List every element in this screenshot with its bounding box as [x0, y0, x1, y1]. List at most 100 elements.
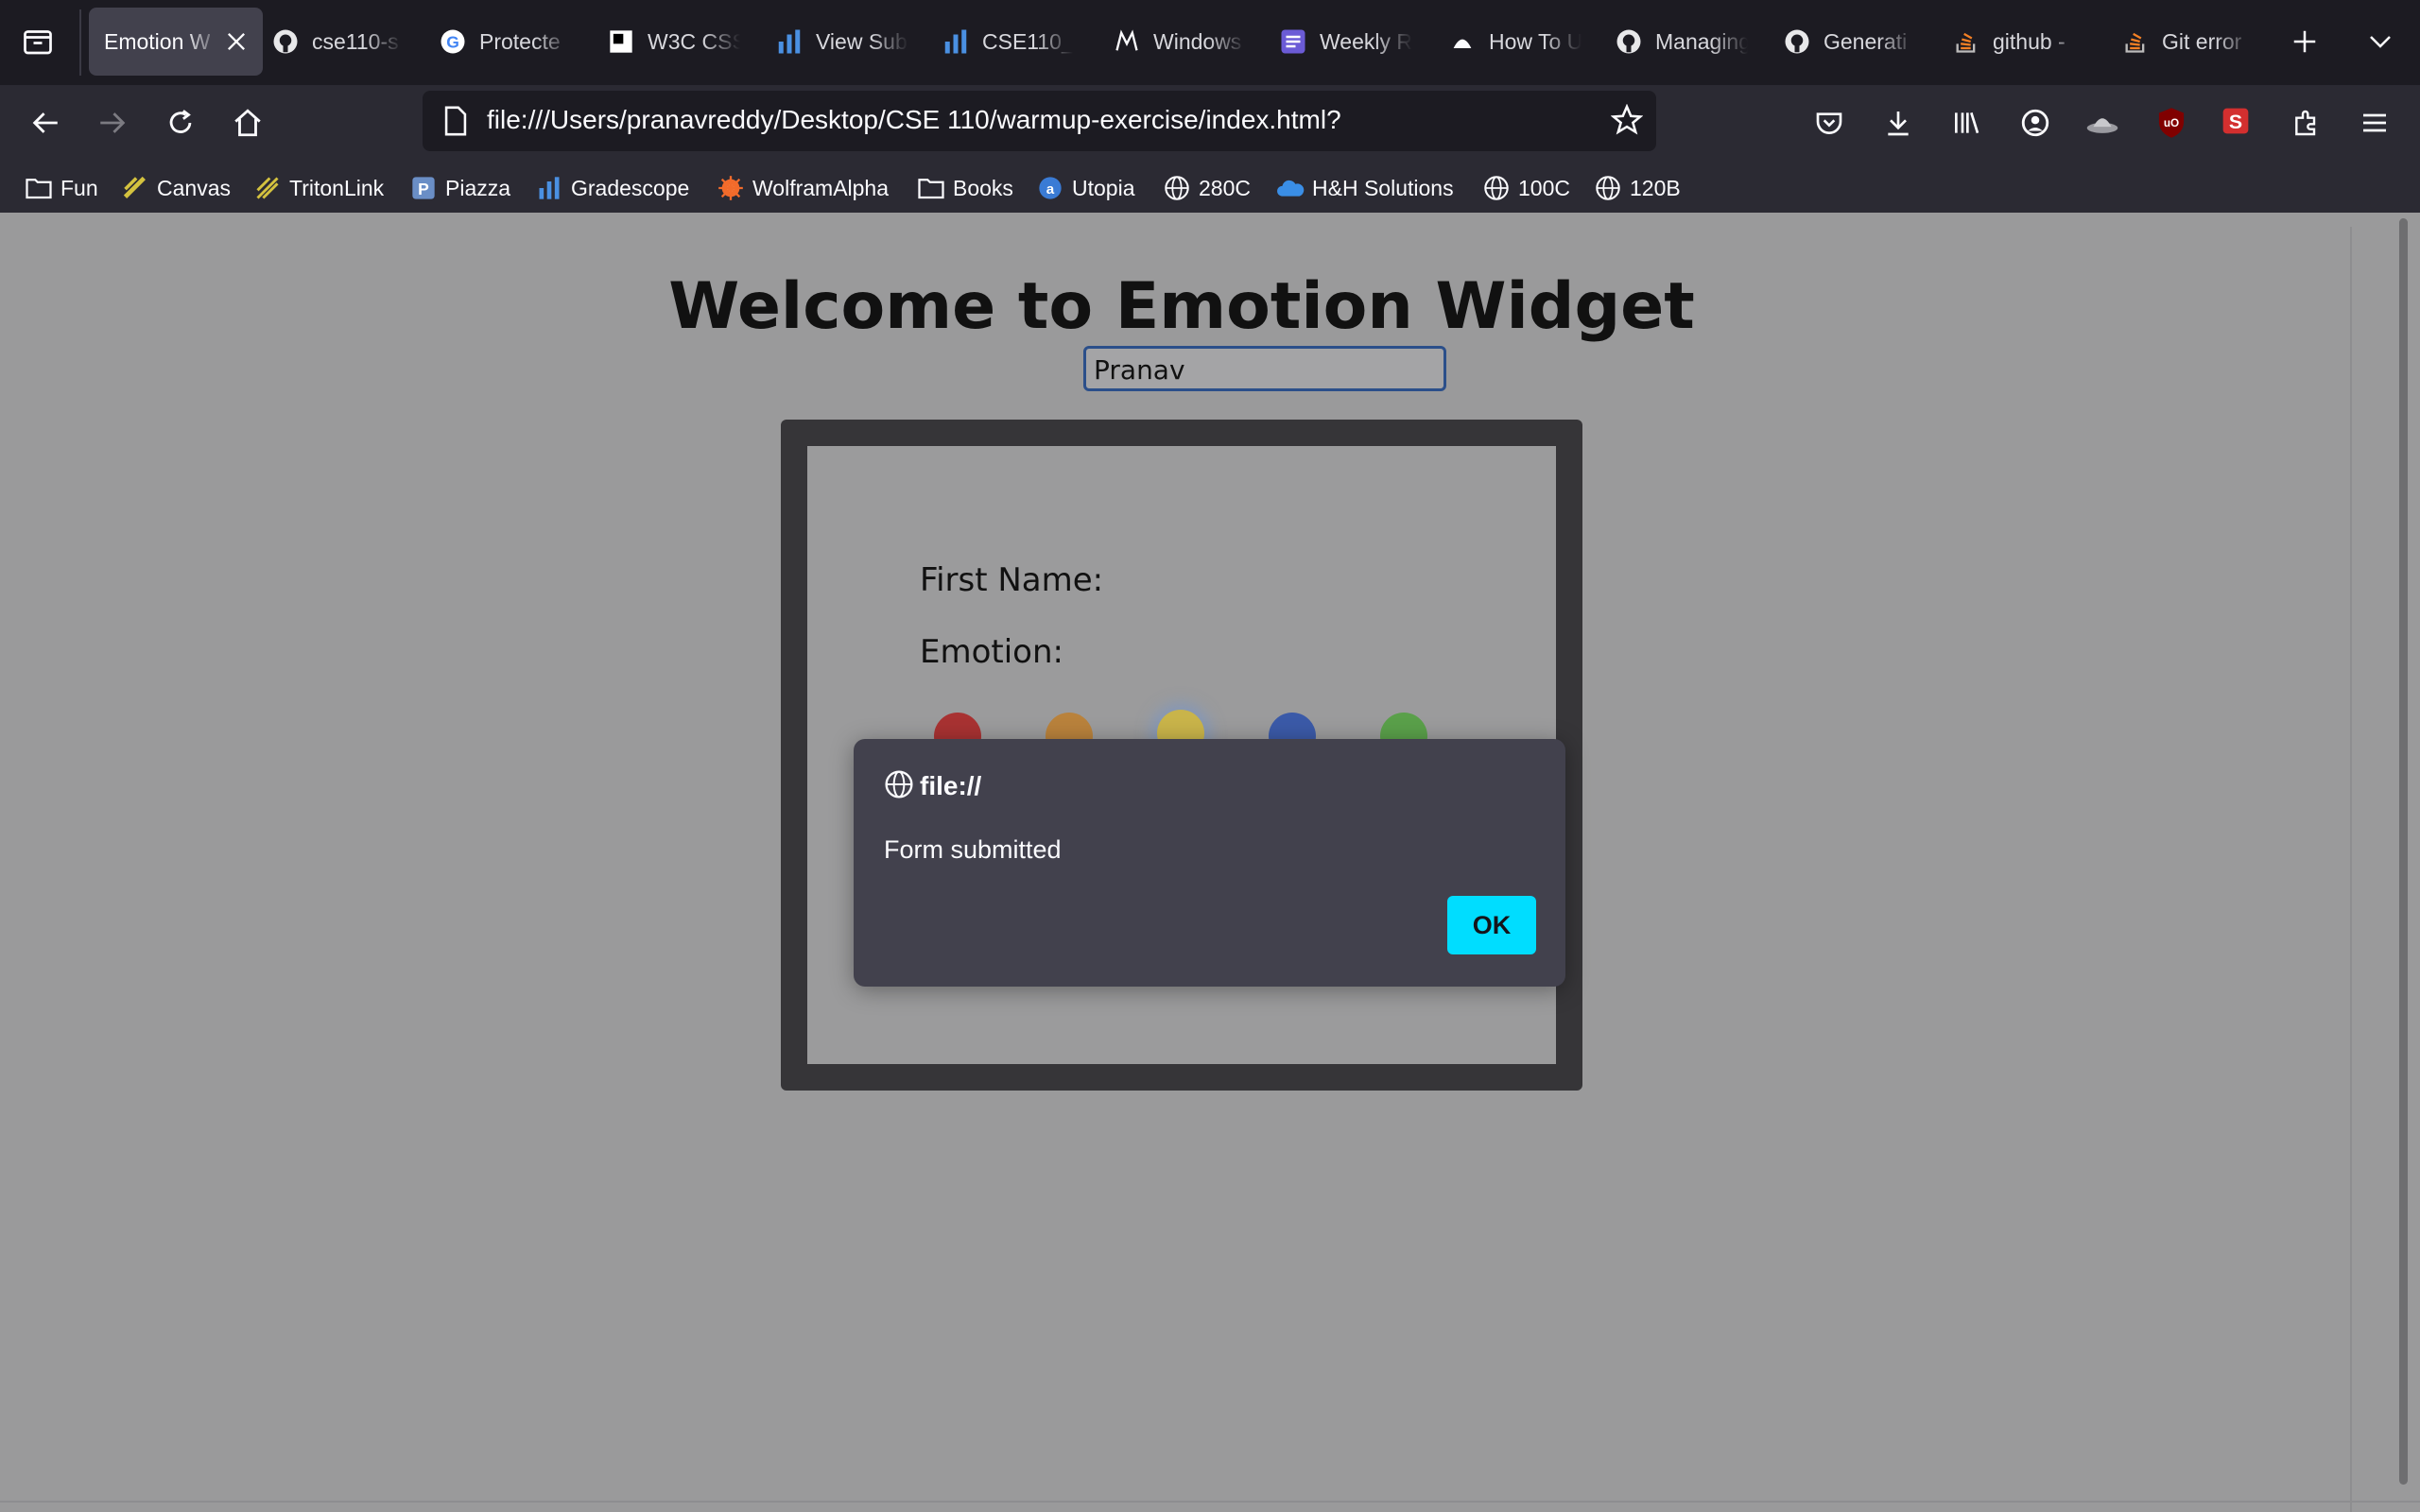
- url-text[interactable]: file:///Users/pranavreddy/Desktop/CSE 11…: [487, 105, 1341, 135]
- extensions-puzzle-icon[interactable]: [2286, 102, 2327, 144]
- bookmark-label: 120B: [1630, 175, 1681, 200]
- svg-text:P: P: [418, 180, 429, 198]
- url-bar[interactable]: file:///Users/pranavreddy/Desktop/CSE 11…: [423, 91, 1656, 151]
- tab-windows[interactable]: Windows: [1112, 8, 1246, 76]
- folder-icon: [917, 174, 945, 202]
- bookmark-wolframalpha[interactable]: WolframAlpha: [717, 172, 889, 204]
- bookmark-hh-solutions[interactable]: H&H Solutions: [1276, 172, 1454, 204]
- bookmark-piazza[interactable]: P Piazza: [409, 172, 510, 204]
- s-extension-icon[interactable]: S: [2215, 100, 2256, 142]
- bottom-divider: [0, 1501, 2420, 1503]
- svg-text:uO: uO: [2164, 117, 2179, 129]
- globe-icon: [1482, 174, 1511, 202]
- downloads-icon[interactable]: [1877, 102, 1919, 144]
- tab-git-error[interactable]: Git error: [2120, 8, 2253, 76]
- tab-emotion-widget[interactable]: Emotion W: [89, 8, 263, 76]
- tab-protected[interactable]: G Protecte: [438, 8, 572, 76]
- bookmark-120b[interactable]: 120B: [1594, 172, 1681, 204]
- bookmark-label: Utopia: [1072, 175, 1135, 200]
- cloud-icon: [1276, 174, 1305, 202]
- list-icon: [1278, 26, 1308, 57]
- list-all-tabs-icon[interactable]: [2360, 21, 2401, 62]
- extension-hat-icon[interactable]: [2082, 102, 2123, 144]
- tab-bar: Emotion W cse110-s G Protecte W3C CSS Vi…: [0, 0, 2420, 85]
- forward-icon[interactable]: [92, 102, 133, 144]
- new-tab-icon[interactable]: [2284, 21, 2325, 62]
- folder-icon: [25, 174, 53, 202]
- bookmark-fun[interactable]: Fun: [25, 172, 98, 204]
- github-icon: [1614, 26, 1644, 57]
- bookmark-gradescope[interactable]: Gradescope: [535, 172, 689, 204]
- bookmark-100c[interactable]: 100C: [1482, 172, 1570, 204]
- github-icon: [1782, 26, 1812, 57]
- pocket-icon[interactable]: [1808, 102, 1850, 144]
- bookmark-label: 280C: [1199, 175, 1251, 200]
- svg-text:S: S: [2229, 111, 2242, 133]
- globe-icon: [884, 769, 914, 799]
- back-icon[interactable]: [25, 102, 66, 144]
- account-icon[interactable]: [2014, 102, 2056, 144]
- tab-view-sub[interactable]: View Sub: [774, 8, 908, 76]
- bookmarks-toolbar: Fun Canvas TritonLink P Piazza Gradescop…: [0, 163, 2420, 212]
- svg-text:a: a: [1046, 181, 1055, 198]
- bookmark-utopia[interactable]: a Utopia: [1036, 172, 1134, 204]
- page-divider: [2350, 227, 2352, 1512]
- first-name-label: First Name:: [920, 561, 1104, 599]
- close-tab-icon[interactable]: [223, 28, 250, 55]
- first-name-input[interactable]: Pranav: [1083, 346, 1446, 391]
- tritonlink-icon: [253, 174, 282, 202]
- emotion-label: Emotion:: [920, 633, 1063, 671]
- tab-managing[interactable]: Managing: [1614, 8, 1748, 76]
- bookmark-label: Canvas: [157, 175, 231, 200]
- tab-cse110-gradescope[interactable]: CSE110_: [941, 8, 1073, 76]
- menu-icon[interactable]: [2354, 102, 2395, 144]
- bookmark-label: TritonLink: [289, 175, 385, 200]
- stackoverflow-icon: [2120, 26, 2151, 57]
- home-icon[interactable]: [227, 102, 268, 144]
- alert-dialog: file:// Form submitted OK: [854, 739, 1565, 987]
- tab-generating[interactable]: Generati: [1782, 8, 1916, 76]
- bookmark-canvas[interactable]: Canvas: [121, 172, 231, 204]
- bookmark-label: 100C: [1518, 175, 1570, 200]
- library-icon[interactable]: [1945, 102, 1987, 144]
- tab-w3c-css[interactable]: W3C CSS: [606, 8, 740, 76]
- piazza-icon: P: [409, 174, 438, 202]
- ok-button[interactable]: OK: [1447, 896, 1536, 954]
- tab-cse110[interactable]: cse110-s: [270, 8, 403, 76]
- google-icon: G: [438, 26, 468, 57]
- bar-chart-icon: [535, 174, 563, 202]
- tab-divider: [79, 9, 81, 76]
- bar-chart-icon: [774, 26, 804, 57]
- bookmark-books[interactable]: Books: [917, 172, 1013, 204]
- wolfram-icon: [717, 174, 745, 202]
- dialog-message: Form submitted: [884, 835, 1062, 864]
- hand-icon: [1447, 26, 1478, 57]
- tab-github-so[interactable]: github -: [1951, 8, 2085, 76]
- m-icon: [1112, 26, 1142, 57]
- bookmark-label: WolframAlpha: [752, 175, 890, 200]
- github-icon: [270, 26, 301, 57]
- svg-text:G: G: [446, 32, 459, 51]
- ublock-icon[interactable]: uO: [2151, 102, 2192, 144]
- scrollbar-thumb[interactable]: [2399, 218, 2408, 1485]
- bookmark-label: H&H Solutions: [1312, 175, 1454, 200]
- globe-icon: [1594, 174, 1622, 202]
- globe-icon: [1163, 174, 1191, 202]
- page-icon: [441, 105, 470, 142]
- page-title: Welcome to Emotion Widget: [668, 269, 1695, 344]
- bookmark-star-icon[interactable]: [1610, 103, 1644, 141]
- scrollbar[interactable]: [2394, 213, 2411, 1512]
- stackoverflow-icon: [1951, 26, 1981, 57]
- bookmark-label: Piazza: [445, 175, 511, 200]
- canvas-icon: [121, 174, 149, 202]
- tab-how-to[interactable]: How To U: [1447, 8, 1582, 76]
- bar-chart-icon: [941, 26, 971, 57]
- bookmark-280c[interactable]: 280C: [1163, 172, 1251, 204]
- utopia-icon: a: [1036, 174, 1064, 202]
- tab-weekly[interactable]: Weekly R: [1278, 8, 1412, 76]
- bookmark-tritonlink[interactable]: TritonLink: [253, 172, 384, 204]
- tab-manager-icon[interactable]: [17, 21, 59, 62]
- bookmark-label: Books: [953, 175, 1013, 200]
- reload-icon[interactable]: [160, 102, 201, 144]
- dialog-origin: file://: [920, 771, 982, 800]
